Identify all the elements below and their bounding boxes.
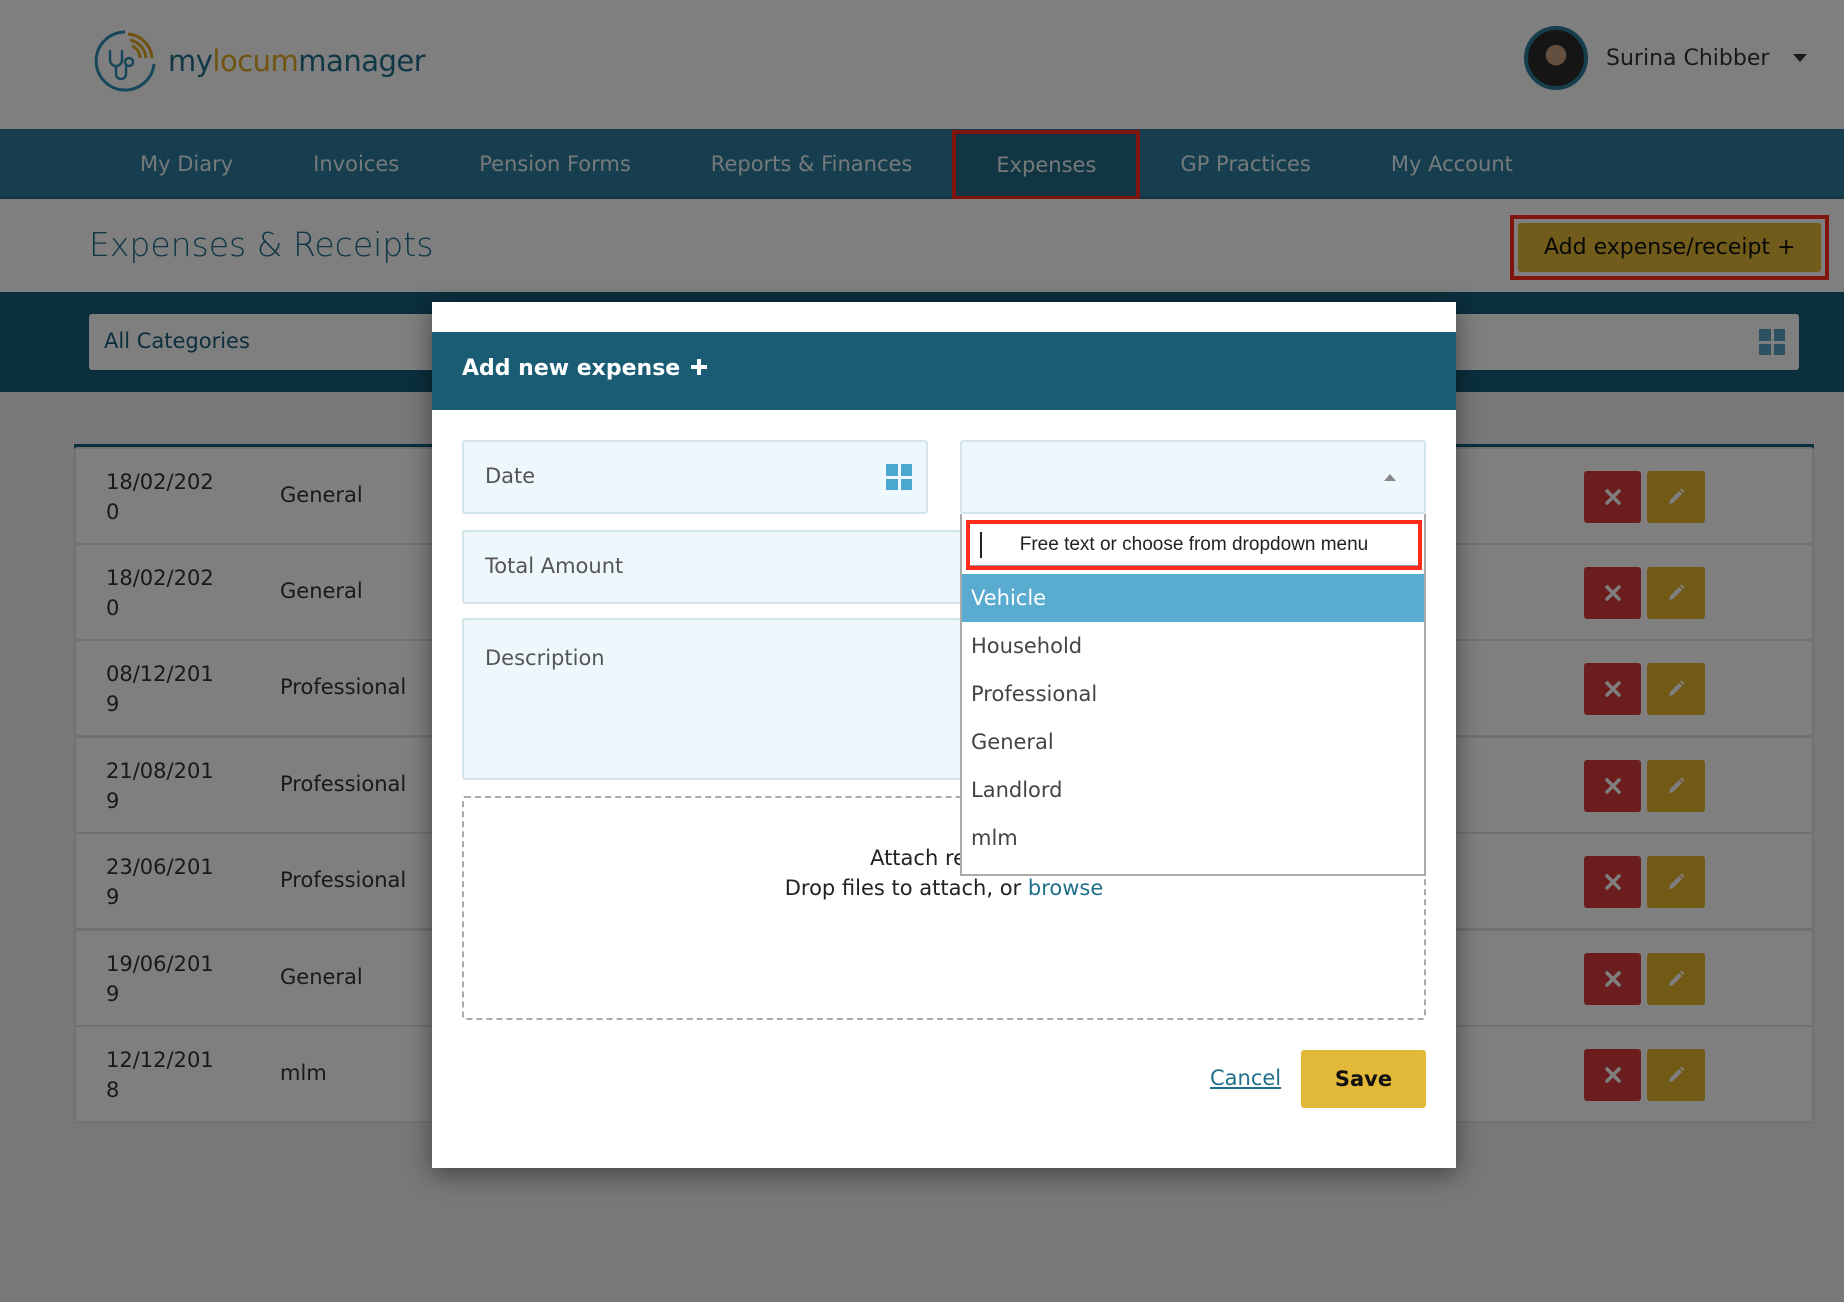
dropdown-option-household[interactable]: Household bbox=[962, 622, 1424, 670]
dropdown-search-highlight bbox=[966, 520, 1422, 570]
dropdown-option-mlm[interactable]: mlm bbox=[962, 814, 1424, 862]
plus-icon bbox=[690, 359, 707, 375]
dropdown-option-general[interactable]: General bbox=[962, 718, 1424, 766]
modal-header: Add new expense bbox=[432, 332, 1456, 410]
chevron-up-icon[interactable] bbox=[1384, 474, 1396, 481]
dropdown-option-professional[interactable]: Professional bbox=[962, 670, 1424, 718]
save-button[interactable]: Save bbox=[1301, 1050, 1426, 1108]
add-expense-modal: Add new expense Date Total Amount Descri… bbox=[432, 302, 1456, 1168]
category-select[interactable] bbox=[960, 440, 1426, 514]
cancel-button[interactable]: Cancel bbox=[1210, 1066, 1281, 1090]
dropdown-option-landlord[interactable]: Landlord bbox=[962, 766, 1424, 814]
dropzone-instructions: Drop files to attach, or browse bbox=[784, 876, 1104, 900]
total-amount-placeholder: Total Amount bbox=[485, 554, 624, 578]
dropdown-option-vehicle[interactable]: Vehicle bbox=[962, 574, 1424, 622]
browse-link[interactable]: browse bbox=[1028, 876, 1103, 900]
date-placeholder: Date bbox=[485, 464, 536, 488]
dropdown-options: Vehicle Household Professional General Landl… bbox=[962, 574, 1424, 862]
calendar-icon[interactable] bbox=[886, 464, 912, 490]
description-field[interactable]: Description bbox=[462, 618, 962, 780]
description-placeholder: Description bbox=[485, 646, 605, 670]
date-field[interactable]: Date bbox=[462, 440, 928, 514]
modal-title: Add new expense bbox=[462, 356, 708, 381]
total-amount-field[interactable]: Total Amount bbox=[462, 530, 962, 604]
text-cursor bbox=[980, 532, 982, 558]
category-dropdown: VehicleHouseholdProfessionalGeneralLandl… bbox=[960, 514, 1426, 876]
category-search-input[interactable] bbox=[970, 524, 1418, 566]
